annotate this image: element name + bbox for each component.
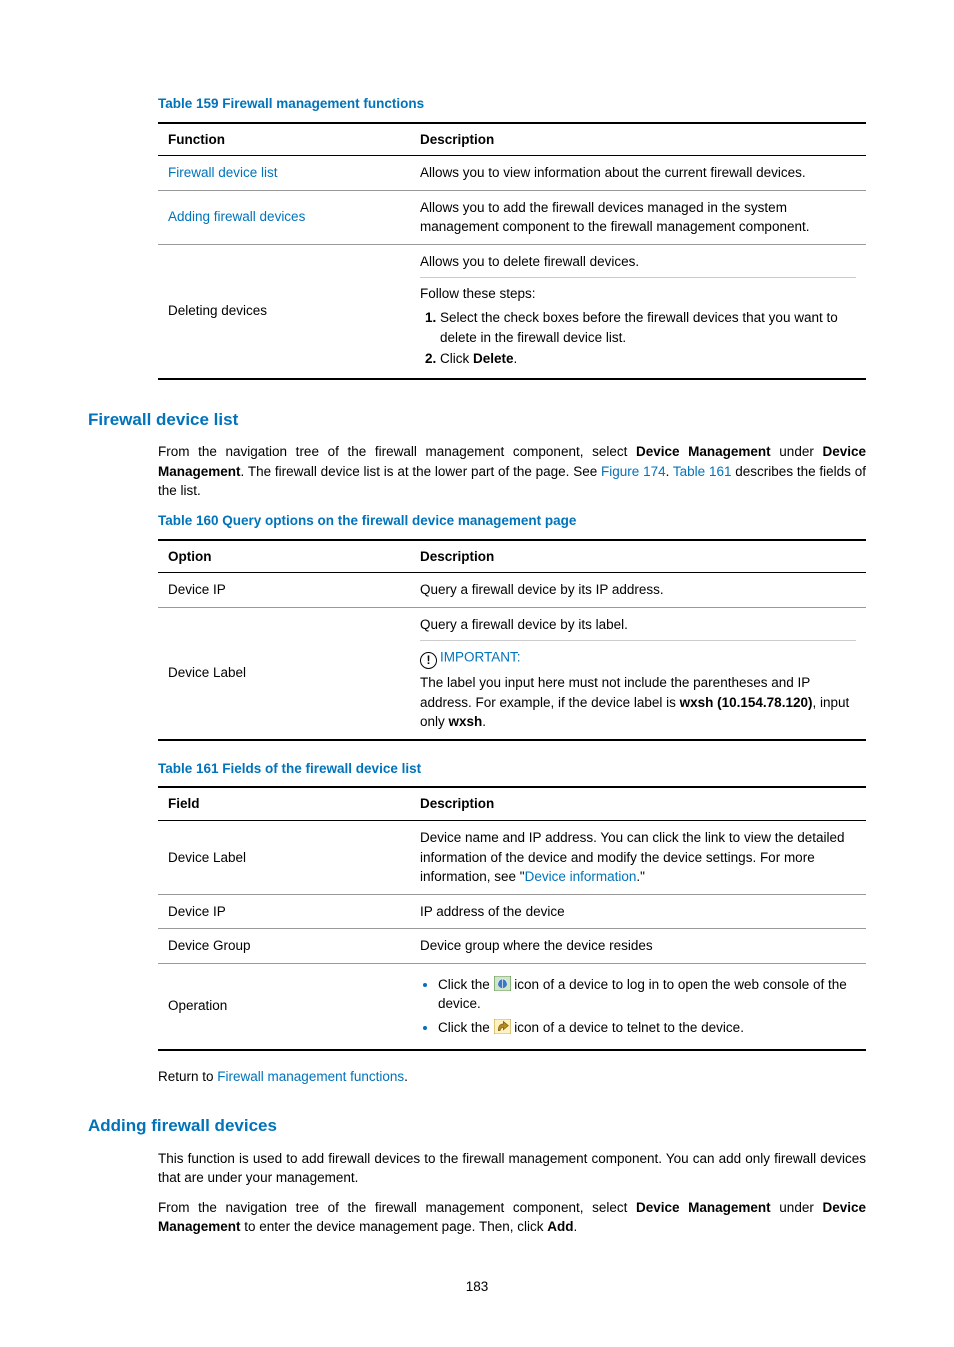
adding-firewall-devices-link[interactable]: Adding firewall devices: [168, 209, 305, 224]
paragraph: From the navigation tree of the firewall…: [158, 442, 866, 501]
table-cell: Deleting devices: [158, 244, 410, 378]
table-161-caption: Table 161 Fields of the firewall device …: [158, 759, 866, 779]
table-row: Device Label Query a firewall device by …: [158, 607, 866, 740]
text: The label you input here must not includ…: [420, 673, 856, 732]
table-cell: Query a firewall device by its label. !I…: [410, 607, 866, 740]
return-line: Return to Firewall management functions.: [158, 1067, 866, 1087]
table-header: Option: [158, 540, 410, 573]
table-row: Firewall device list Allows you to view …: [158, 156, 866, 191]
table-cell: Allows you to view information about the…: [410, 156, 866, 191]
bullet-item: Click the icon of a device to telnet to …: [438, 1018, 856, 1038]
table-cell: Allows you to delete firewall devices. F…: [410, 244, 866, 378]
table-cell: Device Label: [158, 821, 410, 895]
table-cell: Device Label: [158, 607, 410, 740]
table-160-caption: Table 160 Query options on the firewall …: [158, 511, 866, 531]
step-item: Select the check boxes before the firewa…: [440, 308, 856, 347]
table-159-caption: Table 159 Firewall management functions: [158, 94, 866, 114]
text: Query a firewall device by its label.: [420, 615, 856, 635]
step-item: Click Delete.: [440, 349, 856, 369]
table-row: Device Label Device name and IP address.…: [158, 821, 866, 895]
table-161: Field Description Device Label Device na…: [158, 786, 866, 1050]
table-159: Function Description Firewall device lis…: [158, 122, 866, 380]
firewall-device-list-link[interactable]: Firewall device list: [168, 165, 278, 180]
paragraph: From the navigation tree of the firewall…: [158, 1198, 866, 1237]
table-row: Adding firewall devices Allows you to ad…: [158, 190, 866, 244]
section-heading-adding-firewall-devices: Adding firewall devices: [88, 1114, 866, 1139]
table-cell: Device Group: [158, 929, 410, 964]
table-row: Deleting devices Allows you to delete fi…: [158, 244, 866, 378]
telnet-icon: [494, 1019, 511, 1034]
web-console-icon: [494, 976, 511, 991]
table-cell: Click the icon of a device to log in to …: [410, 963, 866, 1049]
table-cell: Device name and IP address. You can clic…: [410, 821, 866, 895]
table-row: Device Group Device group where the devi…: [158, 929, 866, 964]
bullet-item: Click the icon of a device to log in to …: [438, 975, 856, 1014]
table-header: Function: [158, 123, 410, 156]
table-cell: IP address of the device: [410, 894, 866, 929]
important-icon: !: [420, 652, 437, 669]
device-information-link[interactable]: Device information: [525, 869, 637, 884]
table-cell: Device group where the device resides: [410, 929, 866, 964]
table-cell: Device IP: [158, 894, 410, 929]
firewall-management-functions-link[interactable]: Firewall management functions: [217, 1069, 404, 1084]
table-row: Device IP IP address of the device: [158, 894, 866, 929]
table-cell: Query a firewall device by its IP addres…: [410, 573, 866, 608]
table-row: Operation Click the icon of a device to …: [158, 963, 866, 1049]
paragraph: This function is used to add firewall de…: [158, 1149, 866, 1188]
text: Allows you to delete firewall devices.: [420, 252, 856, 272]
table-header: Description: [410, 787, 866, 820]
table-161-link[interactable]: Table 161: [673, 464, 732, 479]
important-label: IMPORTANT:: [440, 650, 521, 665]
section-heading-firewall-device-list: Firewall device list: [88, 408, 866, 433]
table-cell: Operation: [158, 963, 410, 1049]
table-cell: Allows you to add the firewall devices m…: [410, 190, 866, 244]
table-cell: Device IP: [158, 573, 410, 608]
table-header: Field: [158, 787, 410, 820]
table-header: Description: [410, 123, 866, 156]
table-160: Option Description Device IP Query a fir…: [158, 539, 866, 741]
page-number: 183: [88, 1277, 866, 1297]
table-row: Device IP Query a firewall device by its…: [158, 573, 866, 608]
text: Follow these steps:: [420, 284, 856, 304]
figure-174-link[interactable]: Figure 174: [601, 464, 666, 479]
table-header: Description: [410, 540, 866, 573]
